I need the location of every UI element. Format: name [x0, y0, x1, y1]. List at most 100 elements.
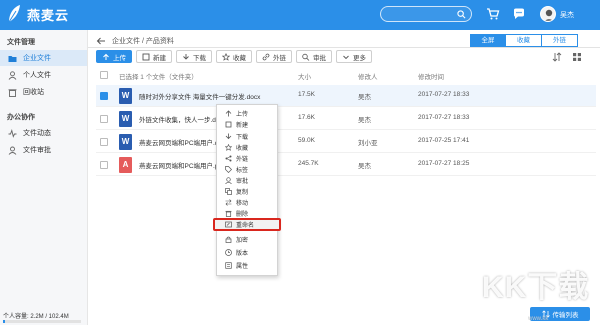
sidebar-item-file-activity[interactable]: 文件动态	[0, 125, 87, 141]
menu-item-move[interactable]: 移动	[217, 197, 277, 207]
star-icon	[222, 52, 230, 61]
menu-item-properties[interactable]: 属性	[217, 260, 277, 270]
sidebar-item-label: 文件审批	[23, 147, 51, 154]
user-avatar-icon	[544, 9, 554, 21]
menu-item-version[interactable]: 版本	[217, 247, 277, 257]
leaf-logo-icon	[8, 5, 20, 23]
sidebar-item-recycle-bin[interactable]: 回收站	[0, 84, 87, 100]
menu-item-label: 重命名	[236, 223, 255, 229]
more-button[interactable]: 更多	[336, 50, 372, 63]
chat-icon[interactable]	[512, 7, 526, 21]
favorite-button-label: 收藏	[233, 54, 246, 62]
upload-icon	[225, 109, 232, 116]
sidebar-group-office-collab: 办公协作	[7, 114, 35, 121]
toolbar: 上传 新建 下载 收藏 外链 审批 更多	[96, 50, 372, 63]
avatar[interactable]	[540, 6, 556, 22]
table-row[interactable]: A 燕麦云网页端和PC端用户.pdf 245.7K 吴杰 2017-07-27 …	[96, 154, 596, 176]
search-icon[interactable]	[457, 10, 466, 19]
menu-item-label: 标签	[236, 167, 249, 174]
sort-icon[interactable]	[552, 52, 562, 62]
menu-item-encrypt[interactable]: 加密	[217, 234, 277, 244]
sidebar: 文件管理 企业文件 个人文件 回收站 办公协作 文件动态 文件审批 个人容量: …	[0, 30, 88, 325]
file-name[interactable]: 外链文件收集，快人一步.docx	[139, 114, 226, 124]
menu-item-label: 加密	[236, 237, 249, 244]
copy-icon	[225, 187, 232, 195]
file-size: 245.7K	[298, 160, 319, 167]
row-checkbox[interactable]	[100, 161, 108, 169]
word-file-icon: W	[119, 134, 132, 150]
select-all-checkbox[interactable]	[100, 71, 108, 79]
file-date: 2017-07-27 18:33	[418, 114, 470, 121]
upload-icon	[103, 53, 109, 60]
sidebar-item-file-approval[interactable]: 文件审批	[0, 142, 87, 158]
more-button-label: 更多	[353, 54, 366, 62]
menu-item-external-link[interactable]: 外链	[217, 153, 277, 163]
app-title: 燕麦云	[27, 7, 70, 23]
word-file-icon: W	[119, 111, 132, 127]
header-name[interactable]: 已选择 1 个文件（文件夹）	[119, 71, 198, 81]
file-date: 2017-07-27 18:25	[418, 160, 470, 167]
favorite-button[interactable]: 收藏	[216, 50, 252, 63]
approve-button[interactable]: 审批	[296, 50, 332, 63]
delete-icon	[225, 210, 232, 217]
tab-external-links[interactable]: 外链	[542, 34, 578, 47]
menu-item-favorite[interactable]: 收藏	[217, 142, 277, 152]
rename-icon	[225, 221, 232, 228]
download-button[interactable]: 下载	[176, 50, 212, 63]
search-input[interactable]	[387, 8, 457, 20]
row-checkbox[interactable]	[100, 115, 108, 123]
menu-item-rename[interactable]: 重命名	[213, 218, 281, 231]
menu-item-new[interactable]: 新建	[217, 119, 277, 129]
pdf-file-icon: A	[119, 157, 132, 173]
approve-icon	[8, 146, 17, 155]
context-menu: 上传 新建 下载 收藏 外链 标签 审批 复制 移动 删除 重命名 加密 版本 …	[213, 104, 281, 276]
new-button[interactable]: 新建	[136, 50, 172, 63]
breadcrumb-path[interactable]: 企业文件 / 产品资料	[112, 36, 174, 46]
person-icon	[8, 70, 17, 80]
cart-icon[interactable]	[486, 7, 500, 21]
file-name[interactable]: 燕麦云网页端和PC端用户.pdf	[139, 160, 224, 170]
search-box[interactable]	[380, 6, 472, 22]
row-checkbox[interactable]	[100, 92, 108, 100]
table-row[interactable]: W 燕麦云网页端和PC端用户.docx 59.0K 刘小亚 2017-07-25…	[96, 131, 596, 153]
username[interactable]: 吴杰	[560, 10, 574, 20]
upload-button[interactable]: 上传	[96, 50, 132, 63]
sidebar-item-personal-files[interactable]: 个人文件	[0, 67, 87, 83]
sidebar-item-enterprise-files[interactable]: 企业文件	[0, 50, 87, 66]
menu-item-download[interactable]: 下载	[217, 131, 277, 141]
transfer-list-label: 传输列表	[552, 312, 579, 319]
table-row[interactable]: W 随时对外分享文件 海量文件一键分发.docx 17.5K 吴杰 2017-0…	[96, 85, 596, 107]
external-link-button[interactable]: 外链	[256, 50, 292, 63]
header-size[interactable]: 大小	[298, 71, 311, 81]
menu-item-label: 新建	[236, 122, 249, 129]
file-date: 2017-07-27 18:33	[418, 91, 470, 98]
folder-icon	[8, 55, 17, 62]
logo[interactable]: 燕麦云	[6, 4, 69, 24]
new-icon	[142, 53, 150, 60]
menu-item-delete[interactable]: 删除	[217, 208, 277, 218]
header-owner[interactable]: 修改人	[358, 71, 378, 81]
menu-item-label: 属性	[236, 263, 249, 270]
info-icon	[225, 261, 232, 269]
header-date[interactable]: 修改时间	[418, 71, 444, 81]
table-row[interactable]: W 外链文件收集，快人一步.docx 17.6K 吴杰 2017-07-27 1…	[96, 108, 596, 130]
menu-item-label: 版本	[236, 250, 249, 257]
file-size: 59.0K	[298, 137, 315, 144]
menu-item-upload[interactable]: 上传	[217, 108, 277, 118]
tab-fullscreen[interactable]: 全屏	[470, 34, 506, 47]
menu-item-approve[interactable]: 审批	[217, 175, 277, 185]
watermark-logo: KK下载	[482, 271, 590, 304]
file-name[interactable]: 随时对外分享文件 海量文件一键分发.docx	[139, 91, 260, 101]
back-arrow-icon[interactable]	[96, 36, 106, 46]
menu-item-copy[interactable]: 复制	[217, 186, 277, 196]
external-link-button-label: 外链	[273, 54, 286, 62]
menu-item-label: 移动	[236, 200, 249, 207]
menu-item-tag[interactable]: 标签	[217, 164, 277, 174]
menu-item-label: 上传	[236, 111, 249, 118]
tab-favorites[interactable]: 收藏	[506, 34, 542, 47]
grid-view-icon[interactable]	[572, 52, 582, 62]
link-icon	[262, 53, 270, 60]
row-checkbox[interactable]	[100, 138, 108, 146]
file-size: 17.5K	[298, 91, 315, 98]
upload-button-label: 上传	[113, 54, 126, 62]
